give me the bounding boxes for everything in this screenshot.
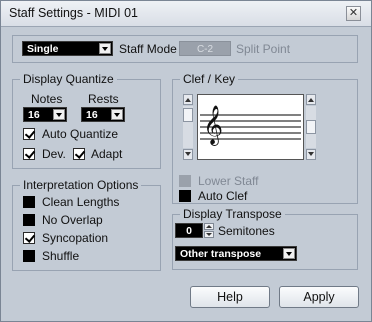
chevron-down-icon: [53, 109, 65, 120]
clef-staff-preview: 𝄞: [197, 94, 304, 160]
key-scrollbar[interactable]: [306, 94, 316, 160]
clean-lengths-checkbox[interactable]: [23, 196, 35, 208]
transpose-value: Other transpose: [180, 248, 262, 260]
lower-staff-label: Lower Staff: [198, 174, 259, 188]
lower-staff-checkbox: [179, 175, 191, 187]
notes-value: 16: [28, 109, 40, 121]
chevron-down-icon: [111, 109, 123, 120]
interpretation-options-title: Interpretation Options: [20, 178, 142, 192]
clef-scrollbar[interactable]: [183, 94, 193, 160]
dev-label: Dev.: [42, 147, 66, 161]
display-transpose-title: Display Transpose: [180, 207, 285, 221]
auto-quantize-checkbox[interactable]: [23, 128, 35, 140]
treble-clef-icon: 𝄞: [203, 105, 224, 145]
staff-mode-label: Staff Mode: [119, 42, 177, 56]
stepper-up-icon[interactable]: [204, 223, 214, 230]
auto-quantize-label: Auto Quantize: [42, 127, 119, 141]
dev-checkbox[interactable]: [23, 148, 35, 160]
shuffle-label: Shuffle: [42, 249, 80, 263]
scroll-thumb[interactable]: [183, 108, 193, 122]
clean-lengths-label: Clean Lengths: [42, 195, 120, 209]
semitones-stepper[interactable]: [204, 223, 214, 238]
close-icon: ✕: [348, 7, 359, 19]
auto-clef-label: Auto Clef: [198, 189, 248, 203]
stepper-down-icon[interactable]: [204, 231, 214, 238]
split-point-value: C-2: [196, 44, 214, 55]
split-point-field: C-2: [179, 41, 231, 56]
close-button[interactable]: ✕: [346, 6, 361, 21]
notes-label: Notes: [31, 92, 63, 106]
clef-key-title: Clef / Key: [180, 72, 239, 86]
rests-label: Rests: [88, 92, 119, 106]
display-quantize-title: Display Quantize: [20, 72, 117, 86]
semitones-value: 0: [186, 225, 192, 237]
chevron-down-icon: [99, 43, 111, 54]
window-title: Staff Settings - MIDI 01: [9, 6, 138, 20]
no-overlap-checkbox[interactable]: [23, 214, 35, 226]
shuffle-checkbox[interactable]: [23, 250, 35, 262]
semitones-label: Semitones: [218, 224, 275, 238]
adapt-label: Adapt: [91, 147, 123, 161]
help-button[interactable]: Help: [190, 286, 270, 308]
auto-clef-checkbox[interactable]: [179, 190, 191, 202]
staff-mode-value: Single: [27, 43, 59, 55]
help-button-label: Help: [217, 290, 243, 304]
split-point-label: Split Point: [236, 42, 291, 56]
apply-button-label: Apply: [303, 290, 335, 304]
chevron-down-icon: [283, 248, 295, 259]
scroll-down-icon[interactable]: [183, 149, 193, 160]
no-overlap-label: No Overlap: [42, 213, 103, 227]
adapt-checkbox[interactable]: [73, 148, 85, 160]
staff-mode-dropdown[interactable]: Single: [22, 41, 113, 56]
apply-button[interactable]: Apply: [279, 286, 359, 308]
scroll-thumb[interactable]: [306, 120, 316, 134]
syncopation-checkbox[interactable]: [23, 232, 35, 244]
scroll-down-icon[interactable]: [306, 149, 316, 160]
staff-settings-window: Staff Settings - MIDI 01 ✕ Single Staff …: [0, 0, 372, 322]
scroll-up-icon[interactable]: [306, 94, 316, 105]
semitones-field[interactable]: 0: [175, 223, 203, 238]
syncopation-label: Syncopation: [42, 231, 109, 245]
transpose-dropdown[interactable]: Other transpose: [175, 246, 297, 261]
rests-dropdown[interactable]: 16: [81, 107, 125, 122]
scroll-up-icon[interactable]: [183, 94, 193, 105]
title-bar[interactable]: Staff Settings - MIDI 01 ✕: [1, 1, 371, 27]
notes-dropdown[interactable]: 16: [23, 107, 67, 122]
rests-value: 16: [86, 109, 98, 121]
